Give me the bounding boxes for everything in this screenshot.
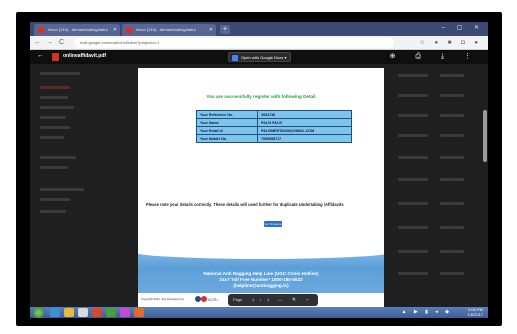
app-icon[interactable] [106,308,116,317]
file-name: onlineaffidavit.pdf [63,53,107,59]
clock-date: 1/6/2017 [467,311,483,317]
helpline-number: 24x7 Toll Free Number* 1800-180-5522 [219,277,303,282]
logo-text: ACRI [208,297,218,302]
pdf-page: You are successfully register with follo… [138,68,384,293]
forward-button[interactable]: → [46,38,53,48]
back-arrow-icon[interactable]: ← [37,52,44,59]
close-icon[interactable]: ✕ [209,24,213,36]
tab-inbox-2[interactable]: Inbox (216) - farmanhadeogmail.c ✕ [122,24,216,36]
extension-icons[interactable]: ☆ ● ■ ◘ ● [419,38,482,48]
google-docs-icon [232,55,238,61]
detail-label: Your Reference No. [195,110,259,119]
address-bar: ← → C mail.google.com/mail/u/1/#inbox?pr… [30,36,488,50]
details-note: Please note your details correctly. Thes… [146,202,344,207]
table-row: Your Reference No. 2054738 [195,110,352,119]
reload-button[interactable]: C [59,38,64,48]
open-with-docs-button[interactable]: Open with Google Docs ▾ [228,52,292,62]
detail-value: 7009985717 [257,134,352,143]
detail-value: PALVIMEHTA009@GMAIL.COM [257,126,352,135]
start-button[interactable] [33,307,44,318]
windows-taskbar: ▲ ▶ ▮ ◂ ◆ 2:05 PM 1/6/2017 [30,307,488,318]
page-total: 1 [267,297,270,302]
table-row: Your Name PALVI PALVI [195,118,352,127]
details-table: Your Reference No. 2054738 Your Name PAL… [195,110,352,143]
table-row: Your Email Id PALVIMEHTA009@GMAIL.COM [195,126,352,135]
page-footer: Copyright 2011. Site Developed by ACRI P… [138,293,384,307]
app-icon[interactable] [120,308,130,317]
tab-inbox-1[interactable]: Inbox (216) - farmanhadeogmail.c ✕ [34,24,120,36]
detail-label: Your Name [195,118,259,127]
system-clock[interactable]: 2:05 PM 1/6/2017 [467,307,483,317]
go-to-home-button[interactable]: Go To Home [264,221,282,227]
new-tab-button[interactable]: + [220,25,230,34]
wave-decoration [138,243,384,259]
pdf-file-icon [52,53,59,61]
detail-label: Your Email Id [195,126,259,135]
detail-value: 2054738 [257,110,352,119]
page-separator: / [260,297,262,302]
scrollbar[interactable] [483,110,487,162]
zoom-in-button[interactable]: + [306,294,308,306]
success-message: You are successfully register with follo… [206,94,316,99]
detail-value: PALVI PALVI [257,118,352,127]
close-icon[interactable]: ✕ [113,24,117,36]
helpline-banner: National Anti Ragging Help Line (UGC Cri… [138,243,384,293]
tray-icons[interactable]: ▲ ▶ ▮ ◂ ◆ [402,309,452,315]
media-icon[interactable] [78,308,88,317]
screen: Inbox (216) - farmanhadeogmail.c ✕ Inbox… [30,22,488,318]
pdf-viewer: ← onlineaffidavit.pdf Open with Google D… [30,50,488,307]
viewer-action-icons[interactable]: ⊕ ⎙ ⤓ ⋮ [390,52,480,61]
tab-label: Inbox (216) - farmanhadeogmail.c [48,27,109,32]
photo-frame: Inbox (216) - farmanhadeogmail.c ✕ Inbox… [16,12,502,326]
gmail-icon [38,27,44,33]
page-controls: Page 1 / 1 — 🔍 + [228,294,318,306]
open-with-label: Open with Google Docs ▾ [241,55,287,60]
page-current[interactable]: 1 [252,294,254,306]
gmail-icon [126,27,132,33]
table-row: Your Mobile No. 7009985717 [195,134,352,143]
helpline-email: (helpline@antiragging.in) [233,283,289,288]
browser-tab-bar: Inbox (216) - farmanhadeogmail.c ✕ Inbox… [30,22,488,36]
zoom-icon: 🔍 [292,297,297,302]
url-input[interactable]: mail.google.com/mail/u/1/#inbox?projecto… [74,38,394,48]
developer-logo: ACRI [195,296,218,302]
helpline-title: National Anti Ragging Help Line (UGC Cri… [203,271,319,276]
detail-label: Your Mobile No. [195,134,259,143]
window-controls[interactable]: – ▢ ✕ [442,24,484,31]
copyright-text: Copyright 2011. Site Developed by [141,297,185,301]
back-button[interactable]: ← [34,38,41,48]
folder-icon[interactable] [64,308,74,317]
ie-icon[interactable] [50,308,60,317]
viewer-toolbar: ← onlineaffidavit.pdf Open with Google D… [30,50,488,64]
page-label: Page [233,297,243,302]
app-icon[interactable] [134,308,144,317]
tab-label: Inbox (216) - farmanhadeogmail.c [136,27,197,32]
zoom-out-button[interactable]: — [278,294,282,306]
chrome-icon[interactable] [92,308,102,317]
